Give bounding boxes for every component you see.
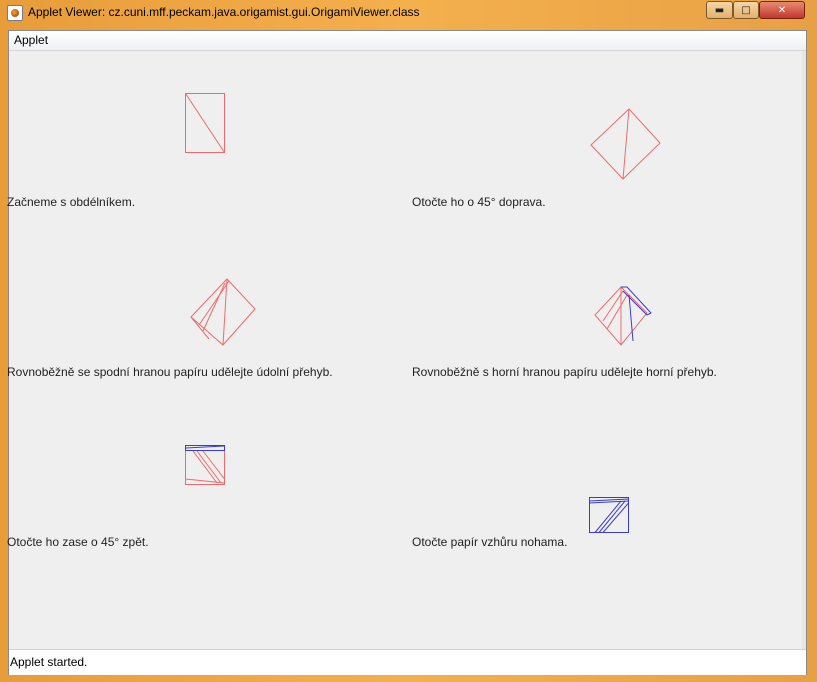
maximize-button[interactable]: □ [733,1,759,19]
window-title: Applet Viewer: cz.cuni.mff.peckam.java.o… [28,5,420,19]
step-caption-5: Otočte ho zase o 45° zpět. [7,535,149,549]
minimize-button[interactable]: ▬ [706,1,733,19]
right-edge [802,51,806,649]
rectangle-diagonal-diagram [185,93,225,153]
status-text: Applet started. [10,655,88,669]
mountain-fold-diagram [594,286,652,346]
close-icon: ✕ [777,4,787,16]
close-button[interactable]: ✕ [759,1,805,19]
rotate-back-diagram [185,445,225,485]
maximize-icon: □ [741,4,751,16]
step-caption-3: Rovnoběžně se spodní hranou papíru uděle… [7,365,333,379]
step-caption-1: Začneme s obdélníkem. [7,195,136,209]
menu-bar: Applet [9,31,806,51]
applet-viewer-window: Applet Viewer: cz.cuni.mff.peckam.java.o… [0,0,817,682]
status-bar: Applet started. [9,649,806,675]
rotated-rectangle-diagram [590,108,661,180]
title-bar[interactable]: Applet Viewer: cz.cuni.mff.peckam.java.o… [0,0,817,26]
minimize-icon: ▬ [714,4,725,16]
menu-applet[interactable]: Applet [14,33,48,47]
flip-paper-diagram [589,497,629,533]
step-caption-6: Otočte papír vzhůru nohama. [412,535,568,549]
valley-fold-diagram [190,278,256,346]
java-app-icon [7,5,23,21]
applet-client-area: Applet Začneme s obdélníkem. Otočte ho o… [7,30,807,675]
origami-viewer-panel: Začneme s obdélníkem. Otočte ho o 45° do… [7,51,806,649]
step-caption-2: Otočte ho o 45° doprava. [412,195,546,209]
step-caption-4: Rovnoběžně s horní hranou papíru udělejt… [412,365,717,379]
